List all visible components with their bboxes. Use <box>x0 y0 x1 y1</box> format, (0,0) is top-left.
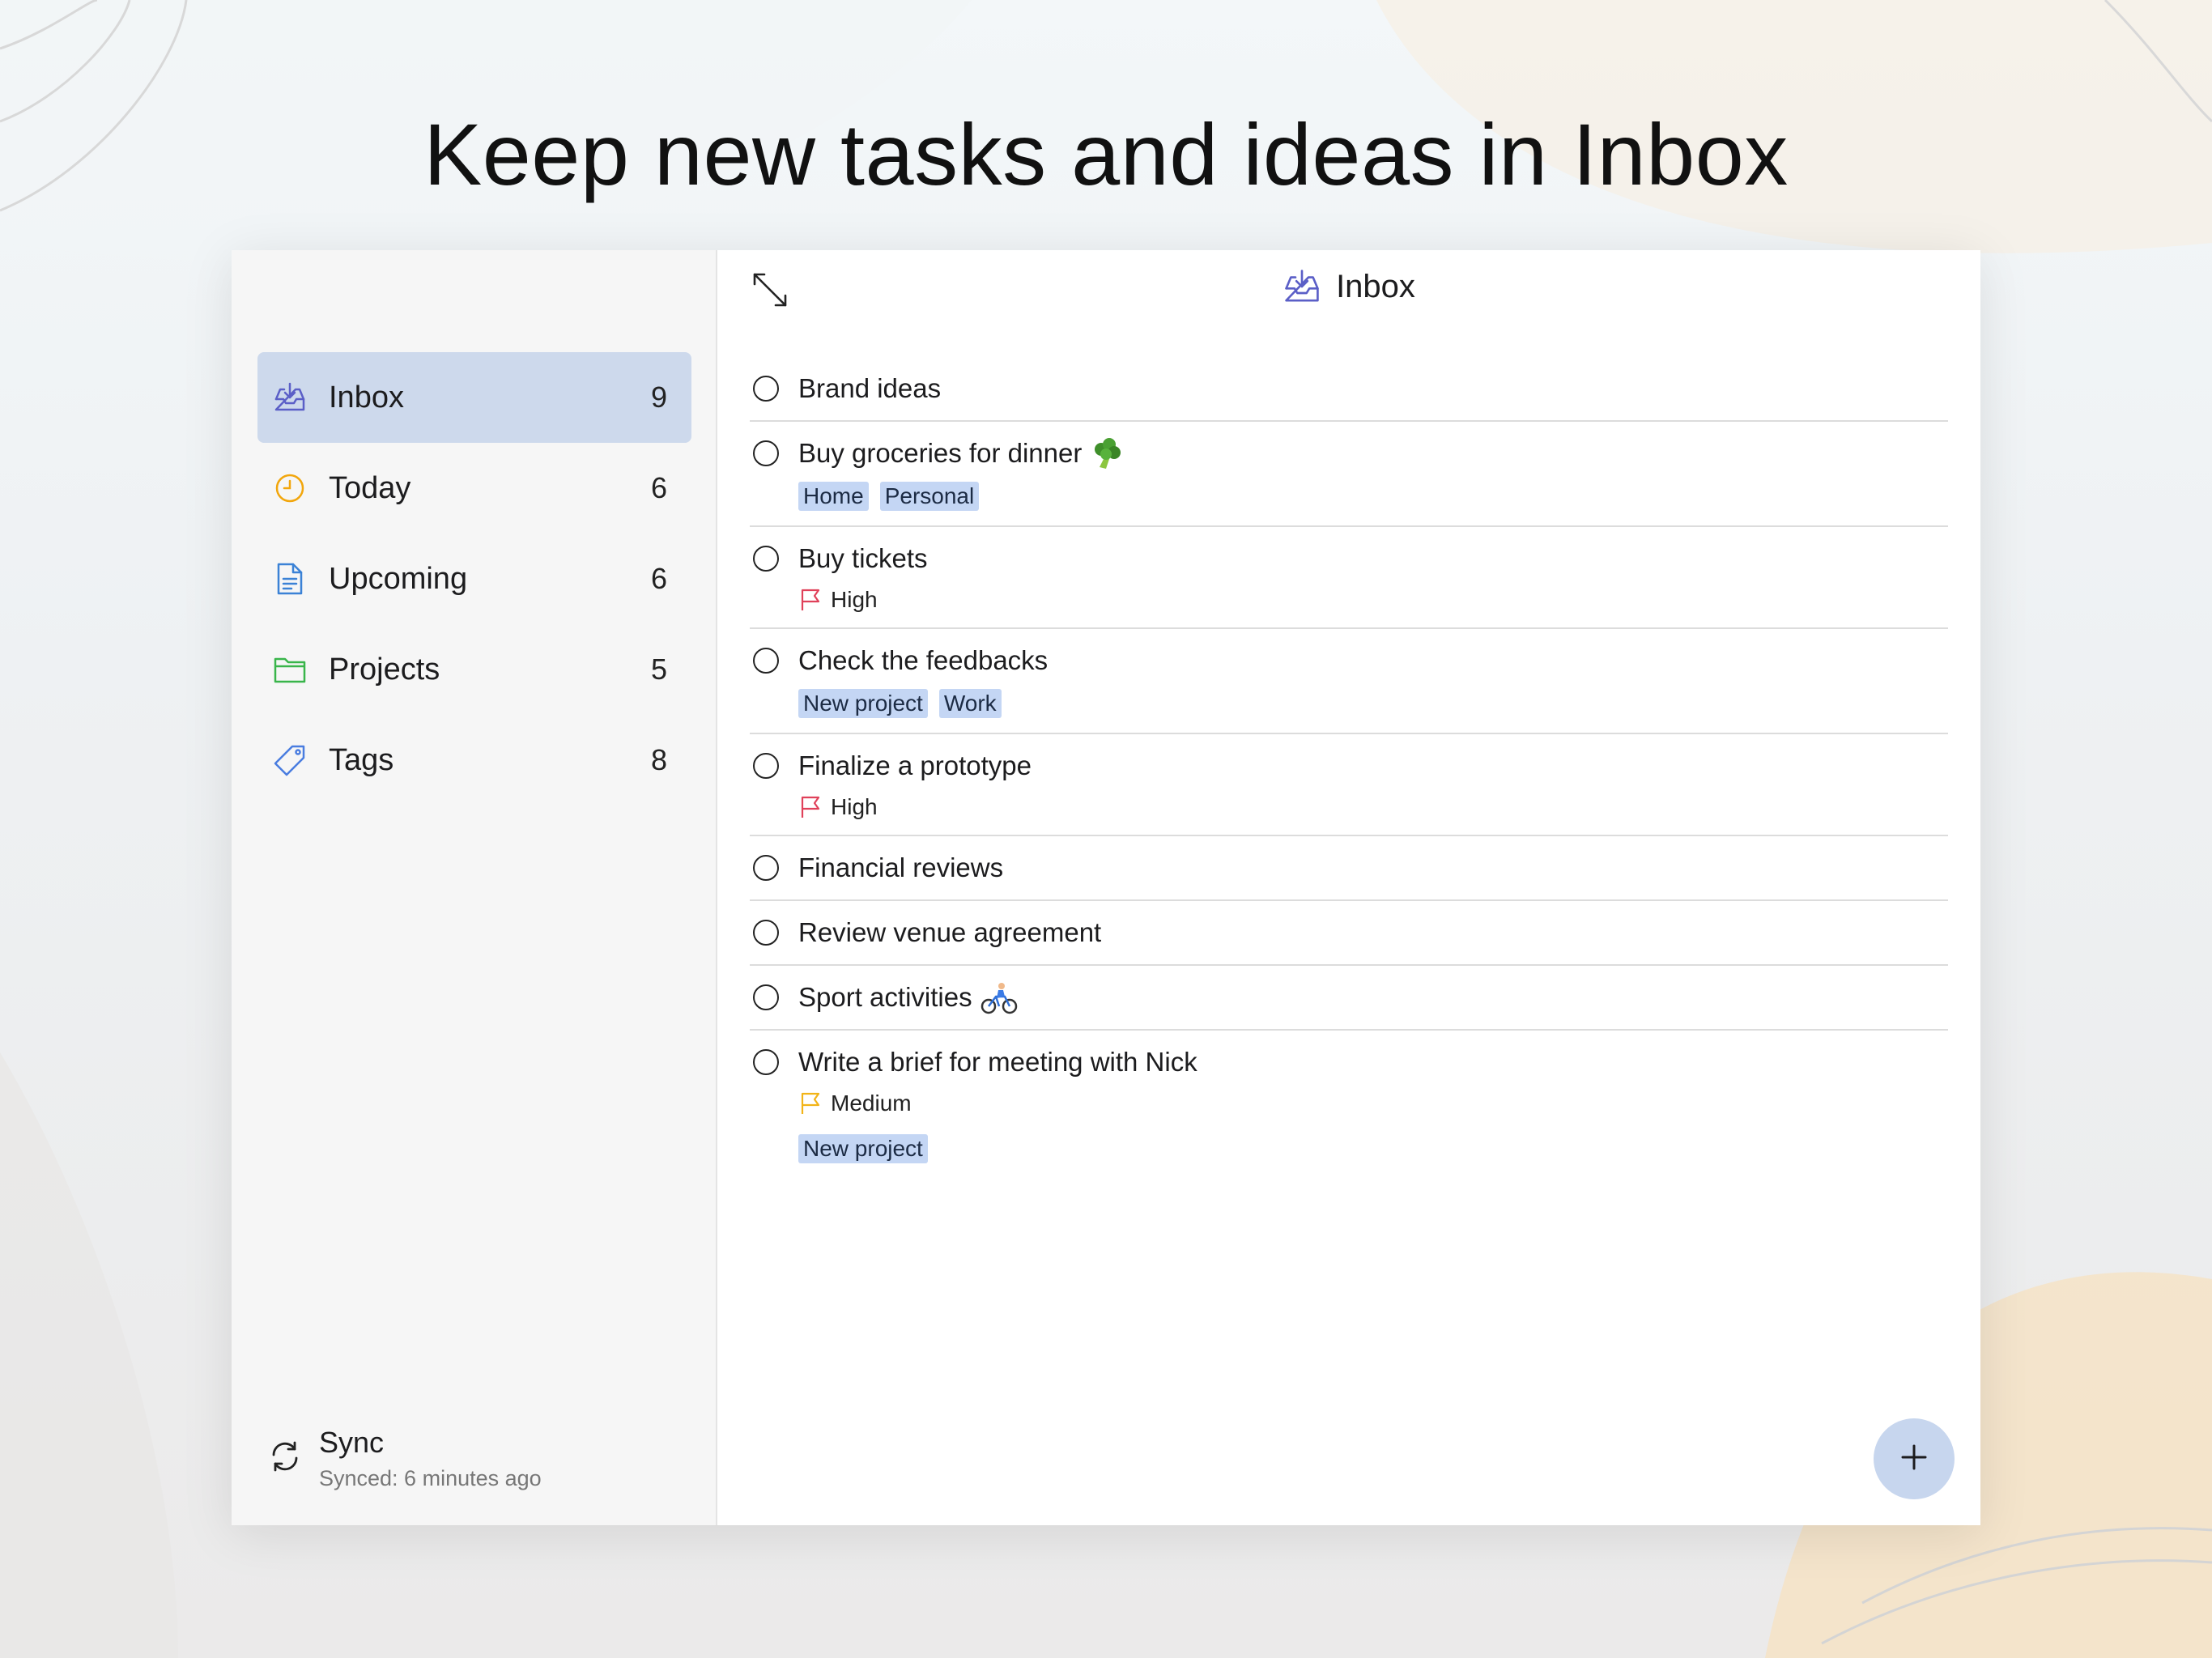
sync-title: Sync <box>319 1426 385 1459</box>
sidebar-item-count: 9 <box>650 380 667 414</box>
sidebar-item-count: 8 <box>650 743 667 776</box>
task-title: Buy tickets <box>798 543 928 573</box>
task-row[interactable]: Brand ideas <box>750 357 1948 422</box>
task-row[interactable]: Sport activities <box>750 966 1948 1031</box>
task-checkbox[interactable] <box>753 546 779 572</box>
flag-icon <box>801 1092 820 1114</box>
flag-icon <box>801 589 820 610</box>
tag-chip[interactable]: Personal <box>879 482 980 511</box>
sidebar-item-tags[interactable]: Tags 8 <box>257 715 691 806</box>
app-window: Inbox 9 Today 6 Upcoming 6 Projects 5 Ta… <box>232 250 1980 1525</box>
task-row[interactable]: Check the feedbacks New project Work <box>750 629 1948 734</box>
document-icon <box>272 561 308 597</box>
task-row[interactable]: Write a brief for meeting with Nick Medi… <box>750 1031 1948 1178</box>
task-checkbox[interactable] <box>753 1049 779 1075</box>
task-checkbox[interactable] <box>753 440 779 466</box>
sidebar-nav: Inbox 9 Today 6 Upcoming 6 Projects 5 Ta… <box>257 352 691 806</box>
sidebar-item-count: 5 <box>650 653 667 686</box>
sidebar-item-count: 6 <box>650 471 667 504</box>
task-title: Financial reviews <box>798 852 1004 882</box>
folder-icon <box>272 652 308 687</box>
priority-badge: Medium <box>798 1090 912 1116</box>
task-title: Sport activities <box>798 982 972 1012</box>
task-title: Check the feedbacks <box>798 645 1049 675</box>
tag-chip[interactable]: New project <box>798 689 928 718</box>
tag-chip[interactable]: Work <box>938 689 1002 718</box>
tag-icon <box>272 742 308 778</box>
page-title: Inbox <box>717 268 1980 305</box>
sidebar-item-projects[interactable]: Projects 5 <box>257 624 691 715</box>
sidebar-item-label: Inbox <box>329 380 404 414</box>
headline: Keep new tasks and ideas in Inbox <box>423 105 1789 203</box>
tag-chip[interactable]: Home <box>798 482 869 511</box>
task-checkbox[interactable] <box>753 376 779 402</box>
task-checkbox[interactable] <box>753 920 779 946</box>
task-meta: Medium <box>798 1090 1948 1116</box>
task-row[interactable]: Buy tickets High <box>750 527 1948 629</box>
task-title: Finalize a prototype <box>798 750 1032 780</box>
sync-status[interactable]: Sync Synced: 6 minutes ago <box>267 1426 542 1491</box>
task-row[interactable]: Review venue agreement <box>750 901 1948 966</box>
page-title-text: Inbox <box>1336 268 1415 304</box>
broccoli-icon <box>1090 436 1124 470</box>
task-checkbox[interactable] <box>753 984 779 1010</box>
sidebar: Inbox 9 Today 6 Upcoming 6 Projects 5 Ta… <box>232 250 717 1525</box>
task-title: Write a brief for meeting with Nick <box>798 1047 1197 1077</box>
sidebar-item-today[interactable]: Today 6 <box>257 443 691 534</box>
task-row[interactable]: Financial reviews <box>750 836 1948 901</box>
priority-label: Medium <box>831 1090 912 1116</box>
sidebar-item-inbox[interactable]: Inbox 9 <box>257 352 691 443</box>
task-meta: Home Personal <box>798 482 1948 511</box>
sidebar-item-upcoming[interactable]: Upcoming 6 <box>257 534 691 624</box>
main-panel: Inbox Brand ideas Buy groceries for dinn… <box>717 250 1980 1525</box>
tag-chip[interactable]: New project <box>798 1134 928 1163</box>
add-task-button[interactable] <box>1874 1418 1955 1499</box>
sidebar-item-label: Upcoming <box>329 561 468 596</box>
clock-icon <box>272 470 308 506</box>
sidebar-item-label: Projects <box>329 652 440 687</box>
task-title: Buy groceries for dinner <box>798 438 1083 468</box>
task-title: Brand ideas <box>798 373 942 403</box>
task-meta: New project <box>798 1134 1948 1163</box>
priority-badge: High <box>798 587 878 613</box>
priority-badge: High <box>798 794 878 820</box>
sync-icon[interactable] <box>267 1439 303 1478</box>
task-meta: High <box>798 587 1948 613</box>
priority-label: High <box>831 587 878 612</box>
inbox-tray-icon <box>1283 268 1321 305</box>
task-title: Review venue agreement <box>798 917 1102 947</box>
task-row[interactable]: Buy groceries for dinner Home Personal <box>750 422 1948 527</box>
cyclist-icon <box>981 980 1018 1014</box>
sync-text: Sync Synced: 6 minutes ago <box>319 1426 542 1491</box>
plus-icon <box>1898 1441 1930 1477</box>
task-meta: High <box>798 794 1948 820</box>
task-checkbox[interactable] <box>753 753 779 779</box>
sidebar-item-label: Tags <box>329 742 394 777</box>
task-checkbox[interactable] <box>753 855 779 881</box>
flag-icon <box>801 796 820 818</box>
sync-status-text: Synced: 6 minutes ago <box>319 1466 542 1490</box>
task-row[interactable]: Finalize a prototype High <box>750 734 1948 836</box>
task-checkbox[interactable] <box>753 648 779 674</box>
task-list: Brand ideas Buy groceries for dinner Hom… <box>750 357 1948 1178</box>
sidebar-item-count: 6 <box>650 562 667 595</box>
sidebar-item-label: Today <box>329 470 411 505</box>
task-meta: New project Work <box>798 689 1948 718</box>
inbox-tray-icon <box>272 380 308 415</box>
priority-label: High <box>831 794 878 819</box>
